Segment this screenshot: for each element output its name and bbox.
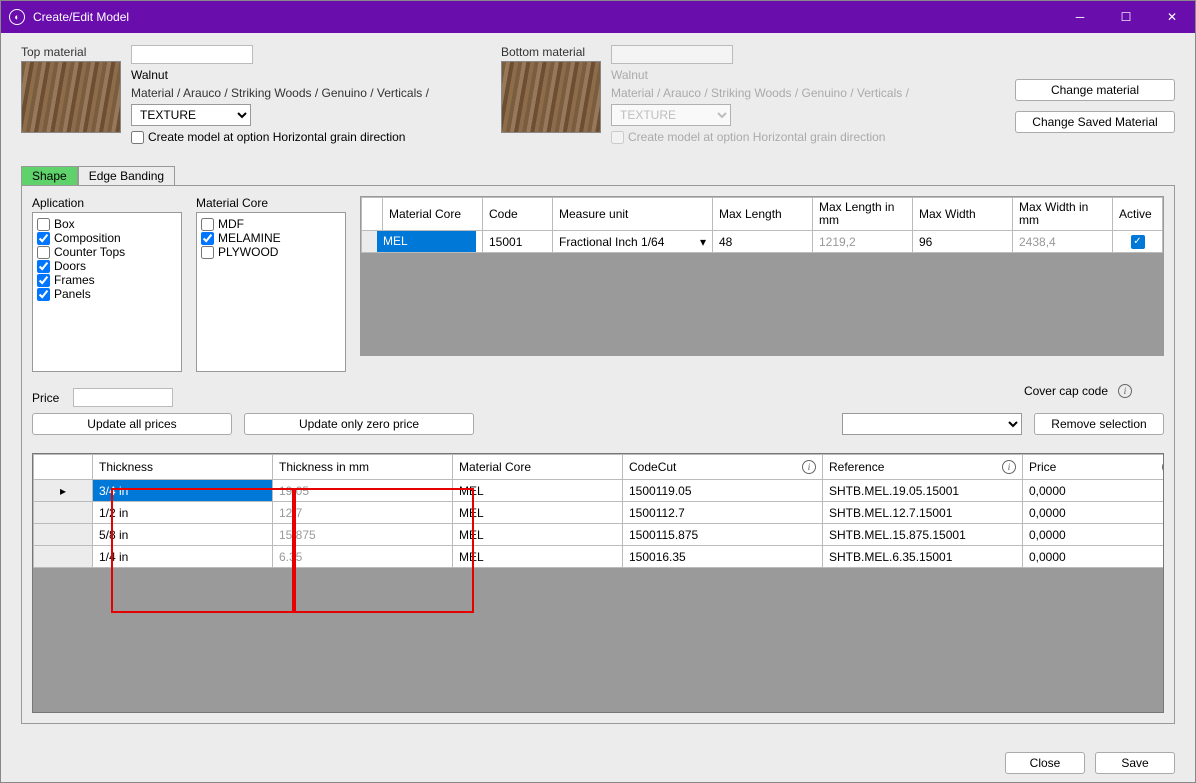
material-core-item[interactable]: MELAMINE [201,231,341,245]
window-title: Create/Edit Model [33,10,1057,24]
bottom-material-swatch [501,61,601,133]
material-core-item[interactable]: MDF [201,217,341,231]
table-row[interactable]: ▸ 3/4 in 19.05 MEL 1500119.05 SHTB.MEL.1… [33,480,1163,502]
top-material-input[interactable] [131,45,253,64]
app-icon: ◐ [9,9,25,25]
update-all-prices-button[interactable]: Update all prices [32,413,232,435]
material-core-label: Material Core [196,196,346,210]
top-material-label: Top material [21,45,121,59]
price-label: Price [32,391,59,405]
remove-selection-button[interactable]: Remove selection [1034,413,1164,435]
application-item[interactable]: Counter Tops [37,245,177,259]
close-button[interactable]: Close [1005,752,1085,774]
material-core-item[interactable]: PLYWOOD [201,245,341,259]
bottom-material-input [611,45,733,64]
core-table: Material CoreCodeMeasure unitMax LengthM… [360,196,1164,356]
top-texture-select[interactable]: TEXTURE [131,104,251,126]
minimize-button[interactable]: ─ [1057,1,1103,33]
top-material-name: Walnut [131,68,429,82]
application-label: Aplication [32,196,182,210]
table-row[interactable]: 1/2 in 12.7 MEL 1500112.7 SHTB.MEL.12.7.… [33,502,1163,524]
table-row[interactable]: 1/4 in 6.35 MEL 150016.35 SHTB.MEL.6.35.… [33,546,1163,568]
window: ◐ Create/Edit Model ─ ☐ ✕ Top material W… [0,0,1196,783]
top-material-breadcrumb: Material / Arauco / Striking Woods / Gen… [131,86,429,100]
change-saved-material-button[interactable]: Change Saved Material [1015,111,1175,133]
info-icon[interactable]: i [1118,384,1132,398]
application-item[interactable]: Panels [37,287,177,301]
bottom-grain-checkbox: Create model at option Horizontal grain … [611,130,909,144]
table-row[interactable]: 5/8 in 15.875 MEL 1500115.875 SHTB.MEL.1… [33,524,1163,546]
tab-shape[interactable]: Shape [21,166,78,185]
application-item[interactable]: Box [37,217,177,231]
top-grain-checkbox[interactable]: Create model at option Horizontal grain … [131,130,429,144]
application-item[interactable]: Composition [37,231,177,245]
cover-cap-select[interactable] [842,413,1022,435]
price-input[interactable] [73,388,173,407]
top-material-swatch [21,61,121,133]
material-core-listbox[interactable]: MDF MELAMINE PLYWOOD [196,212,346,372]
tab-edge-banding[interactable]: Edge Banding [78,166,175,185]
application-item[interactable]: Doors [37,259,177,273]
save-button[interactable]: Save [1095,752,1175,774]
maximize-button[interactable]: ☐ [1103,1,1149,33]
bottom-texture-select: TEXTURE [611,104,731,126]
titlebar: ◐ Create/Edit Model ─ ☐ ✕ [1,1,1195,33]
change-material-button[interactable]: Change material [1015,79,1175,101]
thickness-table: ThicknessThickness in mmMaterial CoreCod… [32,453,1164,713]
bottom-material-breadcrumb: Material / Arauco / Striking Woods / Gen… [611,86,909,100]
bottom-material-label: Bottom material [501,45,601,59]
close-window-button[interactable]: ✕ [1149,1,1195,33]
cover-cap-label: Cover cap code [1024,384,1108,398]
update-zero-price-button[interactable]: Update only zero price [244,413,474,435]
bottom-material-name: Walnut [611,68,909,82]
application-item[interactable]: Frames [37,273,177,287]
application-listbox[interactable]: Box Composition Counter Tops Doors Frame… [32,212,182,372]
